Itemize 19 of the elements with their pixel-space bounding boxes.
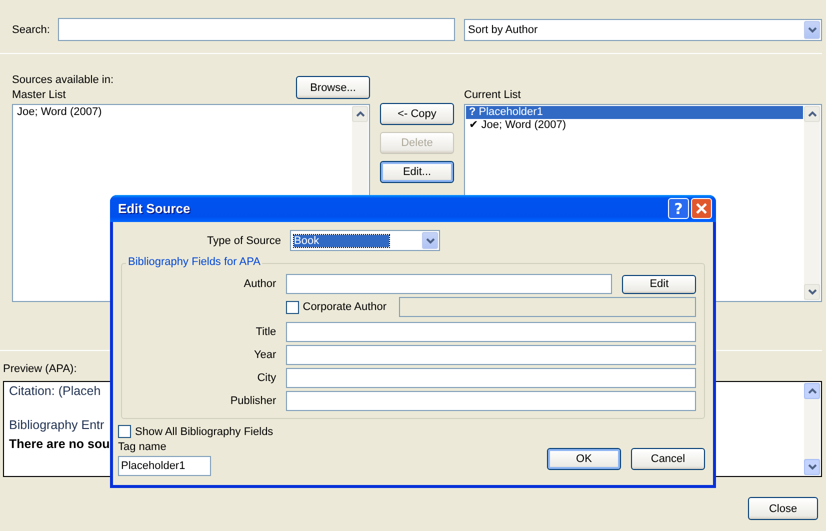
checkbox-label: Corporate Author [302,301,388,313]
source-type-label: Type of Source [206,234,282,246]
preview-label: Preview (APA): [3,363,77,375]
field-label: Title [254,326,278,338]
search-label: Search: [12,24,51,36]
tag-name-label: Tag name [118,441,168,453]
field-label: Publisher [229,395,278,407]
preview-text: Citation: (Placeh [9,384,101,398]
field-label: Year [252,349,278,361]
group-title: Bibliography Fields for APA [126,256,262,268]
preview-text: Bibliography Entr [9,418,104,432]
field-label: Author [242,278,278,290]
current-list-label: Current List [464,89,521,101]
master-list-label: Master List [12,89,67,101]
checkbox-label: Show All Bibliography Fields [135,426,274,438]
dialog-title: Edit Source [118,201,190,216]
field-label: City [256,372,278,384]
sources-label: Sources available in: [12,74,114,86]
preview-text: There are no sou [9,437,110,451]
